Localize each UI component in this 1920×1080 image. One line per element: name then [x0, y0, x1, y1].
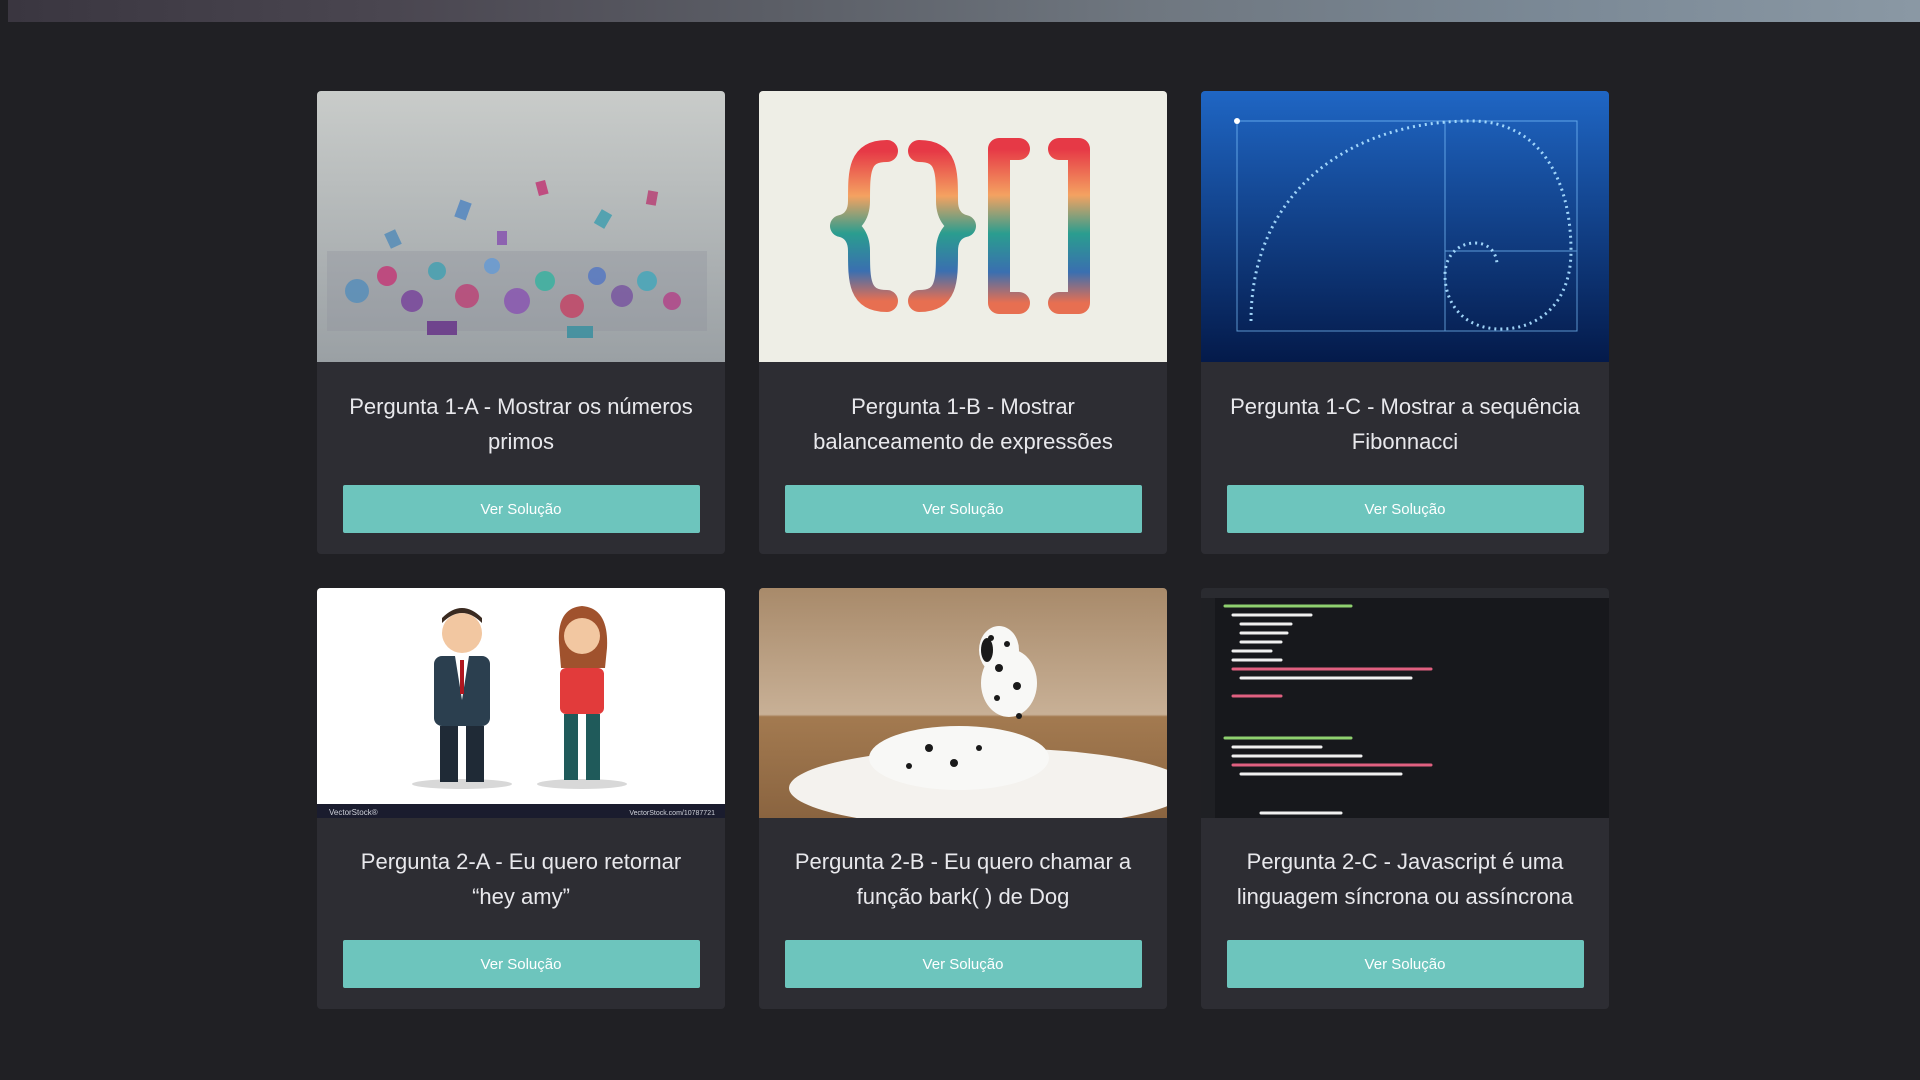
card-image-numbers [317, 91, 725, 362]
question-card: Pergunta 1-A - Mostrar os números primos… [317, 91, 725, 554]
card-title: Pergunta 1-A - Mostrar os números primos [349, 394, 693, 454]
card-image-people: VectorStock® VectorStock.com/10787721 [317, 588, 725, 818]
card-title: Pergunta 1-C - Mostrar a sequência Fibon… [1230, 394, 1580, 454]
card-title: Pergunta 2-B - Eu quero chamar a função … [794, 849, 1132, 909]
page: Pergunta 1-A - Mostrar os números primos… [0, 0, 1920, 1080]
card-image-code-editor [1201, 588, 1609, 818]
card-image-brackets [759, 91, 1167, 362]
view-solution-button[interactable]: Ver Solução [1226, 485, 1584, 533]
card-title: Pergunta 1-B - Mostrar balanceamento de … [813, 394, 1113, 454]
card-image-fibonacci-spiral [1201, 91, 1609, 362]
question-card: VectorStock® VectorStock.com/10787721 Pe… [317, 588, 725, 1009]
view-solution-button[interactable]: Ver Solução [342, 940, 700, 988]
card-title: Pergunta 2-C - Javascript é uma linguage… [1236, 849, 1574, 909]
vectorstock-watermark: VectorStock® [329, 808, 378, 817]
question-card: Pergunta 2-B - Eu quero chamar a função … [759, 588, 1167, 1009]
question-card-grid: Pergunta 1-A - Mostrar os números primos… [317, 91, 1609, 1009]
view-solution-button[interactable]: Ver Solução [342, 485, 700, 533]
question-card: Pergunta 1-B - Mostrar balanceamento de … [759, 91, 1167, 554]
question-card: Pergunta 1-C - Mostrar a sequência Fibon… [1201, 91, 1609, 554]
vectorstock-url-watermark: VectorStock.com/10787721 [629, 810, 715, 817]
hero-banner-strip [8, 0, 1920, 22]
question-card: Pergunta 2-C - Javascript é uma linguage… [1201, 588, 1609, 1009]
card-title: Pergunta 2-A - Eu quero retornar “hey am… [360, 849, 682, 909]
view-solution-button[interactable]: Ver Solução [1226, 940, 1584, 988]
view-solution-button[interactable]: Ver Solução [784, 940, 1142, 988]
view-solution-button[interactable]: Ver Solução [784, 485, 1142, 533]
card-image-dalmatian [759, 588, 1167, 818]
